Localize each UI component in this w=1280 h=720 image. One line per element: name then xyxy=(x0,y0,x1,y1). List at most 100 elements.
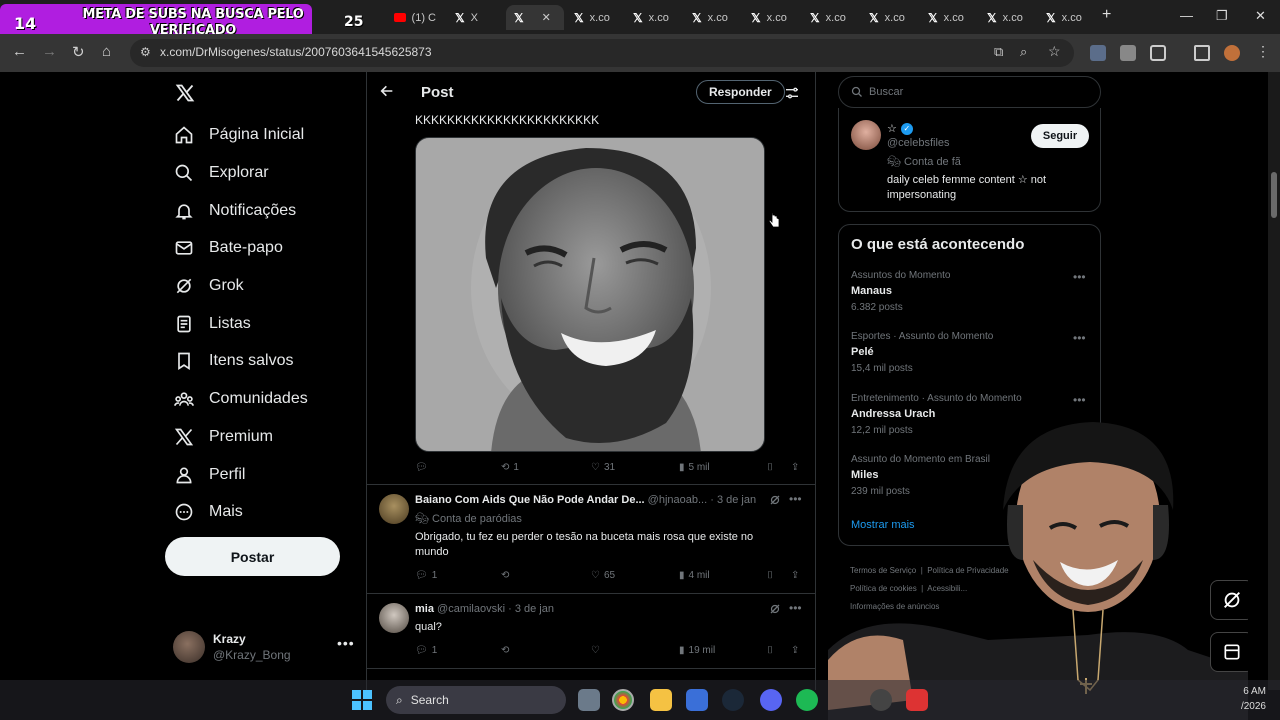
file-explorer-icon[interactable] xyxy=(650,689,672,711)
restore-icon[interactable]: ❐ xyxy=(1216,8,1228,24)
trend-item[interactable]: Assuntos do Momento Manaus 6.382 posts •… xyxy=(851,270,1091,313)
close-icon[interactable]: ✕ xyxy=(542,11,551,24)
back-arrow-icon[interactable] xyxy=(379,83,395,99)
repost-action[interactable]: ⟲ xyxy=(501,645,513,656)
bookmark-star-icon[interactable]: ☆ xyxy=(1048,43,1061,60)
new-tab-icon[interactable]: + xyxy=(1102,6,1111,24)
nav-item-communities[interactable]: Comunidades xyxy=(173,388,308,410)
share-action[interactable]: ⇪ xyxy=(791,462,799,473)
reading-list-icon[interactable] xyxy=(1194,45,1210,61)
nav-item-grok[interactable]: Grok xyxy=(173,275,244,297)
browser-tab[interactable]: 𝕏x.co xyxy=(802,5,860,30)
browser-tab[interactable]: 𝕏x.co xyxy=(625,5,683,30)
forward-arrow-icon[interactable]: → xyxy=(42,43,57,60)
more-dots-icon[interactable]: ••• xyxy=(1073,270,1086,284)
suggested-account-name[interactable]: ☆ ✓ xyxy=(887,122,913,135)
nav-item-messages[interactable]: Bate-papo xyxy=(173,237,283,259)
back-arrow-icon[interactable]: ← xyxy=(12,43,27,60)
browser-tab[interactable]: 𝕏x.co xyxy=(861,5,919,30)
home-browser-icon[interactable]: ⌂ xyxy=(102,43,111,60)
bookmark-action[interactable]: ⌷ xyxy=(767,462,773,473)
nav-item-lists[interactable]: Listas xyxy=(173,313,251,335)
repost-action[interactable]: ⟲ xyxy=(501,570,513,581)
steam-icon[interactable] xyxy=(722,689,744,711)
reply-tweet[interactable]: Baiano Com Aids Que Não Pode Andar De...… xyxy=(367,492,815,592)
more-dots-icon[interactable]: ••• xyxy=(1073,331,1086,345)
install-app-icon[interactable]: ⧉ xyxy=(994,44,1003,60)
trend-item[interactable]: Esportes · Assunto do Momento Pelé 15,4 … xyxy=(851,331,1091,374)
browser-tab[interactable]: 𝕏x.co xyxy=(1038,5,1096,30)
more-dots-icon[interactable]: ••• xyxy=(789,492,802,506)
profile-avatar-icon[interactable] xyxy=(1224,45,1240,61)
like-action[interactable]: ♡ 31 xyxy=(591,462,615,473)
share-action[interactable]: ⇪ xyxy=(791,570,799,581)
nav-item-notifications[interactable]: Notificações xyxy=(173,200,296,222)
nav-item-bookmarks[interactable]: Itens salvos xyxy=(173,350,293,372)
extensions-puzzle-icon[interactable] xyxy=(1150,45,1166,61)
repost-action[interactable]: ⟲ 1 xyxy=(501,462,519,473)
browser-tab[interactable]: 𝕏x.co xyxy=(979,5,1037,30)
address-bar[interactable]: ⚙ x.com/DrMisogenes/status/2007603641545… xyxy=(130,39,1074,67)
scrollbar-thumb[interactable] xyxy=(1271,172,1277,218)
reply-action[interactable]: 💬︎ 1 xyxy=(415,570,437,581)
share-action[interactable]: ⇪ xyxy=(791,645,799,656)
site-info-icon[interactable]: ⚙ xyxy=(140,45,151,59)
app-icon[interactable] xyxy=(870,689,892,711)
browser-tab[interactable]: 𝕏x.co xyxy=(566,5,624,30)
system-clock[interactable]: 6 AM /2026 xyxy=(1232,684,1266,714)
spotify-icon[interactable] xyxy=(796,689,818,711)
reload-icon[interactable]: ↻ xyxy=(72,43,85,61)
browser-tab[interactable]: 𝕏x.co xyxy=(743,5,801,30)
search-input[interactable]: Buscar xyxy=(838,76,1101,108)
app-icon[interactable] xyxy=(906,689,928,711)
chrome-icon[interactable] xyxy=(612,689,634,711)
bookmark-action[interactable]: ⌷ xyxy=(767,570,773,581)
views-action[interactable]: ▮ 19 mil xyxy=(679,645,715,656)
zoom-icon[interactable]: ⌕ xyxy=(1020,44,1027,60)
minimize-icon[interactable]: — xyxy=(1180,8,1193,23)
tweet-image[interactable] xyxy=(415,137,765,452)
browser-tab[interactable]: 𝕏x.co xyxy=(684,5,742,30)
grok-icon[interactable] xyxy=(769,494,781,506)
reply-action[interactable]: 💬︎ xyxy=(415,462,432,473)
discord-icon[interactable] xyxy=(760,689,782,711)
browser-tab-active[interactable]: 𝕏 ✕ xyxy=(506,5,564,30)
browser-tab[interactable]: (1) C xyxy=(386,5,444,30)
grok-floating-button[interactable] xyxy=(1210,580,1248,620)
nav-item-premium[interactable]: Premium xyxy=(173,426,273,448)
follow-button[interactable]: Seguir xyxy=(1031,124,1089,148)
x-logo-icon[interactable] xyxy=(175,83,195,103)
extension-icon[interactable] xyxy=(1120,45,1136,61)
reply-tweet[interactable]: mia @camilaovski · 3 de jan ••• qual? 💬︎… xyxy=(367,601,815,681)
like-action[interactable]: ♡ xyxy=(591,645,604,656)
grok-icon[interactable] xyxy=(769,603,781,615)
nav-item-explore[interactable]: Explorar xyxy=(173,162,269,184)
task-view-icon[interactable] xyxy=(578,689,600,711)
more-dots-icon[interactable]: ••• xyxy=(337,635,355,651)
windows-start-icon[interactable] xyxy=(352,690,372,710)
browser-tab[interactable]: 𝕏x.co xyxy=(920,5,978,30)
repost-count: 1 xyxy=(513,462,519,473)
like-action[interactable]: ♡ 65 xyxy=(591,570,615,581)
post-button[interactable]: Postar xyxy=(165,537,340,576)
extension-icon[interactable] xyxy=(1090,45,1106,61)
taskbar-search[interactable]: ⌕ Search xyxy=(386,686,566,714)
nav-item-more[interactable]: Mais xyxy=(173,501,243,523)
account-switcher[interactable]: Krazy @Krazy_Bong ••• xyxy=(173,629,355,665)
views-action[interactable]: ▮ 5 mil xyxy=(679,462,710,473)
more-dots-icon[interactable]: ••• xyxy=(789,601,802,615)
ms-store-icon[interactable] xyxy=(686,689,708,711)
more-dots-icon[interactable]: ••• xyxy=(1073,393,1086,407)
close-window-icon[interactable]: ✕ xyxy=(1255,8,1266,24)
reply-button[interactable]: Responder xyxy=(696,80,785,104)
sliders-icon[interactable] xyxy=(784,85,800,101)
views-action[interactable]: ▮ 4 mil xyxy=(679,570,710,581)
bookmark-action[interactable]: ⌷ xyxy=(767,645,773,656)
reply-action[interactable]: 💬︎ 1 xyxy=(415,645,437,656)
nav-item-profile[interactable]: Perfil xyxy=(173,464,245,486)
browser-menu-icon[interactable]: ⋮ xyxy=(1256,43,1270,60)
page-scrollbar[interactable] xyxy=(1268,72,1280,690)
nav-item-home[interactable]: Página Inicial xyxy=(173,124,304,146)
browser-tab[interactable]: 𝕏 X xyxy=(447,5,505,30)
messages-floating-button[interactable] xyxy=(1210,632,1248,672)
